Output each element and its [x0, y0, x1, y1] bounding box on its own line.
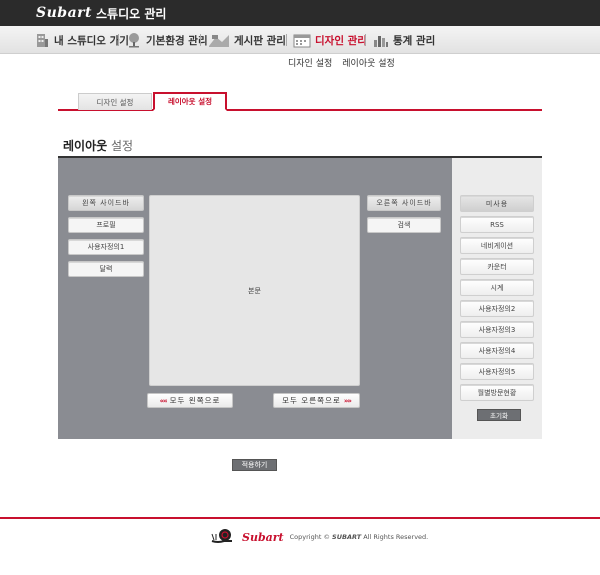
move-all-left-label: 모두 왼쪽으로 — [169, 396, 221, 405]
nav-label: 통계 관리 — [393, 34, 436, 47]
main-nav: 내 스튜디오 가기 기본환경 관리 게시판 관리 디자인 관리 통계 관리 — [0, 26, 600, 54]
brand-logo: Subart — [36, 5, 92, 21]
nav-label: 기본환경 관리 — [146, 34, 208, 47]
nav-item-board[interactable]: 게시판 관리 — [208, 26, 286, 54]
nav-item-stats[interactable]: 통계 관리 — [373, 26, 435, 54]
nav-divider — [365, 34, 366, 46]
copyright-text: Copyright © SUBART All Rights Reserved. — [290, 533, 429, 541]
page-title-light: 설정 — [111, 139, 134, 153]
sub-nav: 디자인 설정 레이아웃 설정 — [288, 56, 395, 69]
calendar-icon — [293, 32, 311, 48]
unused-module-rss[interactable]: RSS — [460, 216, 534, 233]
chart-icon — [373, 32, 389, 48]
app-title: 스튜디오 관리 — [96, 6, 167, 21]
tree-icon — [126, 32, 142, 48]
unused-module-custom3[interactable]: 사용자정의3 — [460, 321, 534, 338]
unused-module-custom5[interactable]: 사용자정의5 — [460, 363, 534, 380]
page-title: 레이아웃 설정 — [63, 137, 133, 154]
footer-divider — [0, 517, 600, 519]
unused-module-custom2[interactable]: 사용자정의2 — [460, 300, 534, 317]
building-icon — [34, 32, 50, 48]
reset-button[interactable]: 초기화 — [477, 409, 521, 421]
nav-divider — [200, 34, 201, 46]
nav-divider — [118, 34, 119, 46]
left-module-profile[interactable]: 프로필 — [68, 217, 144, 233]
left-module-custom1[interactable]: 사용자정의1 — [68, 239, 144, 255]
subnav-design-settings[interactable]: 디자인 설정 — [288, 56, 332, 69]
move-all-right-label: 모두 오른쪽으로 — [282, 396, 341, 405]
double-right-arrow-icon: »» — [343, 396, 352, 405]
subnav-layout-settings[interactable]: 레이아웃 설정 — [342, 56, 395, 69]
unused-module-clock[interactable]: 시계 — [460, 279, 534, 296]
copyright-prefix: Copyright © — [289, 533, 330, 541]
apply-button[interactable]: 적용하기 — [232, 459, 277, 471]
footer: Subart Copyright © SUBART All Rights Res… — [210, 526, 450, 548]
footer-logo: Subart — [242, 530, 284, 544]
tab-bar: 디자인 설정 레이아웃 설정 — [58, 92, 542, 111]
brand: Subart 스튜디오 관리 — [36, 3, 166, 23]
left-module-calendar[interactable]: 달력 — [68, 261, 144, 277]
left-sidebar-header[interactable]: 왼쪽 사이드바 — [68, 195, 144, 211]
body-area: 본문 — [149, 195, 360, 386]
snail-logo-icon — [210, 526, 236, 548]
copyright-brand: SUBART — [332, 533, 362, 541]
tab-design-settings[interactable]: 디자인 설정 — [78, 93, 152, 110]
nav-item-design[interactable]: 디자인 관리 — [293, 26, 367, 54]
unused-module-navigation[interactable]: 네비게이션 — [460, 237, 534, 254]
right-module-search[interactable]: 검색 — [367, 217, 441, 233]
move-all-left-button[interactable]: «« 모두 왼쪽으로 — [147, 393, 233, 408]
unused-module-monthly-visits[interactable]: 월별방문현황 — [460, 384, 534, 401]
board-icon — [208, 32, 230, 48]
double-left-arrow-icon: «« — [159, 396, 168, 405]
page-title-bold: 레이아웃 — [63, 139, 108, 153]
nav-item-basic-settings[interactable]: 기본환경 관리 — [126, 26, 208, 54]
copyright-suffix: All Rights Reserved. — [363, 533, 429, 541]
unused-module-counter[interactable]: 카운터 — [460, 258, 534, 275]
top-bar: Subart 스튜디오 관리 — [0, 0, 600, 26]
right-sidebar-header[interactable]: 오른쪽 사이드바 — [367, 195, 441, 211]
nav-item-my-studio[interactable]: 내 스튜디오 가기 — [34, 26, 129, 54]
unused-header[interactable]: 미사용 — [460, 195, 534, 212]
nav-divider — [286, 34, 287, 46]
tab-layout-settings[interactable]: 레이아웃 설정 — [153, 92, 227, 111]
unused-module-custom4[interactable]: 사용자정의4 — [460, 342, 534, 359]
move-all-right-button[interactable]: 모두 오른쪽으로 »» — [273, 393, 360, 408]
nav-label: 디자인 관리 — [315, 34, 367, 47]
nav-label: 게시판 관리 — [234, 34, 286, 47]
